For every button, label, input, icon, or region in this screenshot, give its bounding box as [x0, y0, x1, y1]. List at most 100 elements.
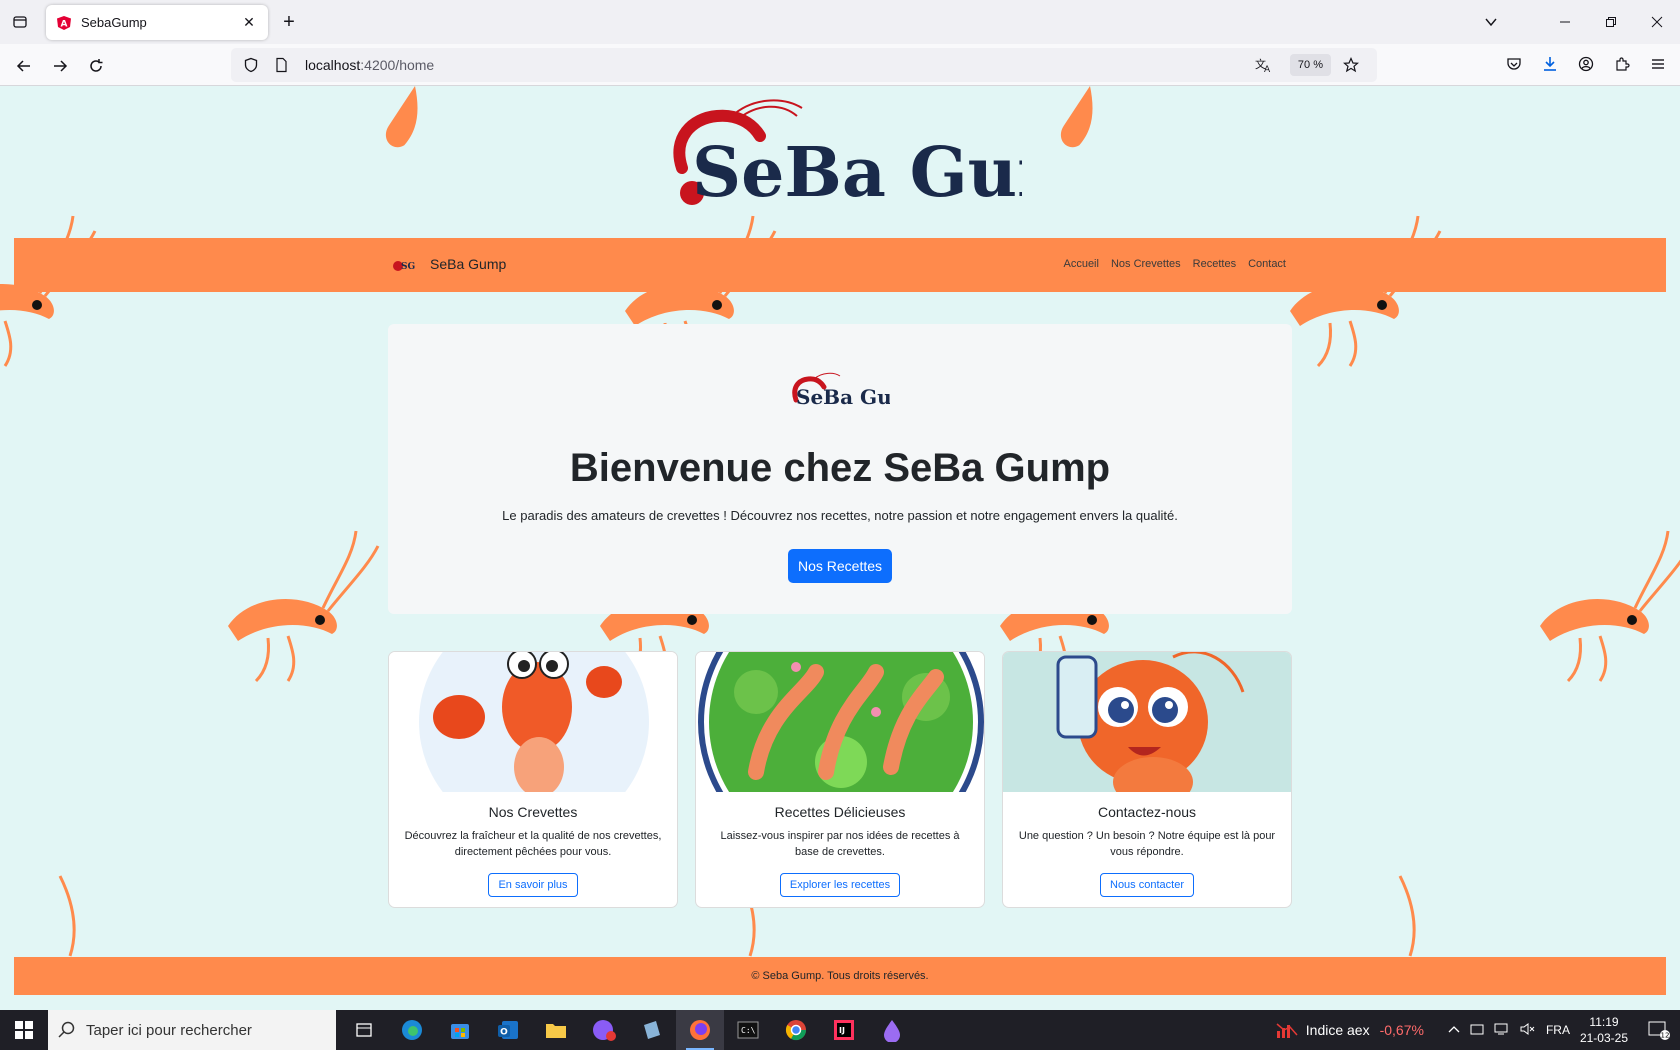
terminal-icon[interactable]: C:\ [724, 1010, 772, 1050]
url-text[interactable]: localhost:4200/home [305, 57, 1252, 73]
close-window-icon[interactable] [1634, 0, 1680, 44]
file-explorer-icon[interactable] [532, 1010, 580, 1050]
minimize-icon[interactable] [1542, 0, 1588, 44]
edge-icon[interactable] [388, 1010, 436, 1050]
search-icon [58, 1021, 75, 1038]
zoom-level-badge[interactable]: 70 % [1289, 54, 1331, 76]
back-icon[interactable] [10, 52, 38, 80]
chrome-icon[interactable] [772, 1010, 820, 1050]
paint-drop-icon[interactable] [868, 1010, 916, 1050]
hero-subtitle: Le paradis des amateurs de crevettes ! D… [502, 508, 1178, 523]
intellij-icon[interactable]: IJ [820, 1010, 868, 1050]
shrimp-salad-image [696, 652, 984, 792]
search-placeholder: Taper ici pour rechercher [86, 1021, 252, 1039]
hero-logo-text: SeBa Gump [796, 385, 890, 409]
explorer-les-recettes-button[interactable]: Explorer les recettes [779, 873, 901, 897]
card-text: Une question ? Un besoin ? Notre équipe … [1018, 830, 1276, 858]
svg-text:SG: SG [401, 262, 415, 272]
angular-favicon-icon: A [57, 15, 71, 30]
stock-chart-icon [1276, 1023, 1298, 1038]
site-navbar: SG SeBa Gump Accueil Nos Crevettes Recet… [14, 238, 1666, 292]
navbar-menu: Accueil Nos Crevettes Recettes Contact [1051, 258, 1286, 270]
nav-link-contact[interactable]: Contact [1248, 258, 1286, 270]
brand-logo-icon: SG [393, 261, 415, 272]
translate-icon[interactable]: 文A [1252, 53, 1276, 77]
card-recettes: Recettes Délicieuses Laissez-vous inspir… [695, 651, 985, 908]
extensions-icon[interactable] [1608, 50, 1636, 78]
browser-toolbar: localhost:4200/home 文A 70 % [0, 44, 1680, 86]
card-nos-crevettes: Nos Crevettes Découvrez la fraîcheur et … [388, 651, 678, 908]
discord-icon[interactable] [580, 1010, 628, 1050]
shrimp-phone-image [1003, 652, 1291, 792]
downloads-icon[interactable] [1536, 50, 1564, 78]
system-tray: Indice aex -0,67% FRA 11:19 21-03-25 12 [1276, 1010, 1680, 1050]
hero-title: Bienvenue chez SeBa Gump [569, 446, 1111, 490]
navbar-brand-text: SeBa Gump [430, 256, 507, 272]
notification-center-icon[interactable]: 12 [1644, 1015, 1674, 1045]
browser-tab-bar: A SebaGump ✕ + [0, 0, 1680, 44]
nav-link-recettes[interactable]: Recettes [1193, 258, 1236, 270]
notes-app-icon[interactable] [628, 1010, 676, 1050]
web-page: SeBa Gump SG SeBa Gump Accueil Nos Creve… [0, 86, 1680, 1010]
hero-logo: SeBa Gump [790, 372, 927, 410]
svg-text:O: O [500, 1028, 508, 1038]
address-bar[interactable]: localhost:4200/home 文A 70 % [231, 48, 1377, 82]
volume-muted-icon[interactable] [1520, 1022, 1536, 1039]
new-tab-icon[interactable]: + [277, 10, 301, 34]
page-info-icon[interactable] [269, 53, 293, 77]
url-path: :4200/home [360, 57, 435, 73]
tab-list-icon[interactable] [8, 10, 32, 34]
store-icon[interactable] [436, 1010, 484, 1050]
site-footer: © Seba Gump. Tous droits réservés. [14, 957, 1666, 995]
clock-date: 21-03-25 [1579, 1031, 1628, 1045]
stock-widget[interactable]: Indice aex -0,67% [1276, 1021, 1424, 1039]
language-indicator[interactable]: FRA [1546, 1023, 1570, 1037]
logo-text: SeBa Gump [692, 133, 1022, 213]
url-host: localhost [305, 57, 361, 73]
restore-icon[interactable] [1588, 0, 1634, 44]
taskbar-apps: O C:\ IJ [340, 1010, 916, 1050]
card-title: Contactez-nous [1097, 804, 1197, 820]
tab-overflow-chevron-icon[interactable] [1468, 0, 1514, 44]
bookmark-star-icon[interactable] [1339, 53, 1363, 77]
task-view-icon[interactable] [340, 1010, 388, 1050]
forward-icon[interactable] [46, 52, 74, 80]
nav-link-nos-crevettes[interactable]: Nos Crevettes [1111, 258, 1181, 270]
site-logo: SeBa Gump [672, 98, 1137, 218]
account-icon[interactable] [1572, 50, 1600, 78]
notification-count: 12 [1661, 1032, 1670, 1040]
svg-text:C:\: C:\ [741, 1026, 756, 1035]
stock-change: -0,67% [1379, 1022, 1424, 1038]
card-text: Découvrez la fraîcheur et la qualité de … [404, 830, 662, 858]
clock-time: 11:19 [1589, 1015, 1619, 1029]
menu-hamburger-icon[interactable] [1644, 50, 1672, 78]
clock[interactable]: 11:19 21-03-25 [1580, 1014, 1628, 1046]
nous-contacter-button[interactable]: Nous contacter [1100, 873, 1194, 897]
taskbar-search[interactable]: Taper ici pour rechercher [48, 1010, 336, 1050]
show-hidden-icons-chevron-icon[interactable] [1448, 1023, 1460, 1037]
nos-recettes-button[interactable]: Nos Recettes [788, 549, 892, 583]
windows-start-icon[interactable] [0, 1010, 48, 1050]
en-savoir-plus-button[interactable]: En savoir plus [488, 873, 578, 897]
pocket-icon[interactable] [1500, 50, 1528, 78]
svg-text:A: A [1264, 65, 1271, 73]
meet-now-icon[interactable] [1470, 1022, 1484, 1039]
tab-close-icon[interactable]: ✕ [240, 14, 258, 32]
reload-icon[interactable] [82, 52, 110, 80]
card-text: Laissez-vous inspirer par nos idées de r… [720, 830, 960, 858]
hero-section: SeBa Gump Bienvenue chez SeBa Gump Le pa… [388, 324, 1292, 614]
navbar-brand[interactable]: SG SeBa Gump [392, 254, 506, 274]
nav-link-accueil[interactable]: Accueil [1063, 258, 1098, 270]
outlook-icon[interactable]: O [484, 1010, 532, 1050]
cartoon-shrimp-image [389, 652, 677, 792]
svg-text:IJ: IJ [839, 1026, 845, 1035]
tab-title: SebaGump [81, 15, 147, 30]
card-title: Nos Crevettes [488, 804, 578, 820]
network-icon[interactable] [1494, 1022, 1510, 1039]
tracking-shield-icon[interactable] [239, 53, 263, 77]
card-title: Recettes Délicieuses [774, 804, 906, 820]
firefox-icon[interactable] [676, 1010, 724, 1050]
windows-taskbar: Taper ici pour rechercher O C:\ IJ Indic… [0, 1010, 1680, 1050]
browser-tab[interactable]: A SebaGump ✕ [46, 5, 268, 40]
